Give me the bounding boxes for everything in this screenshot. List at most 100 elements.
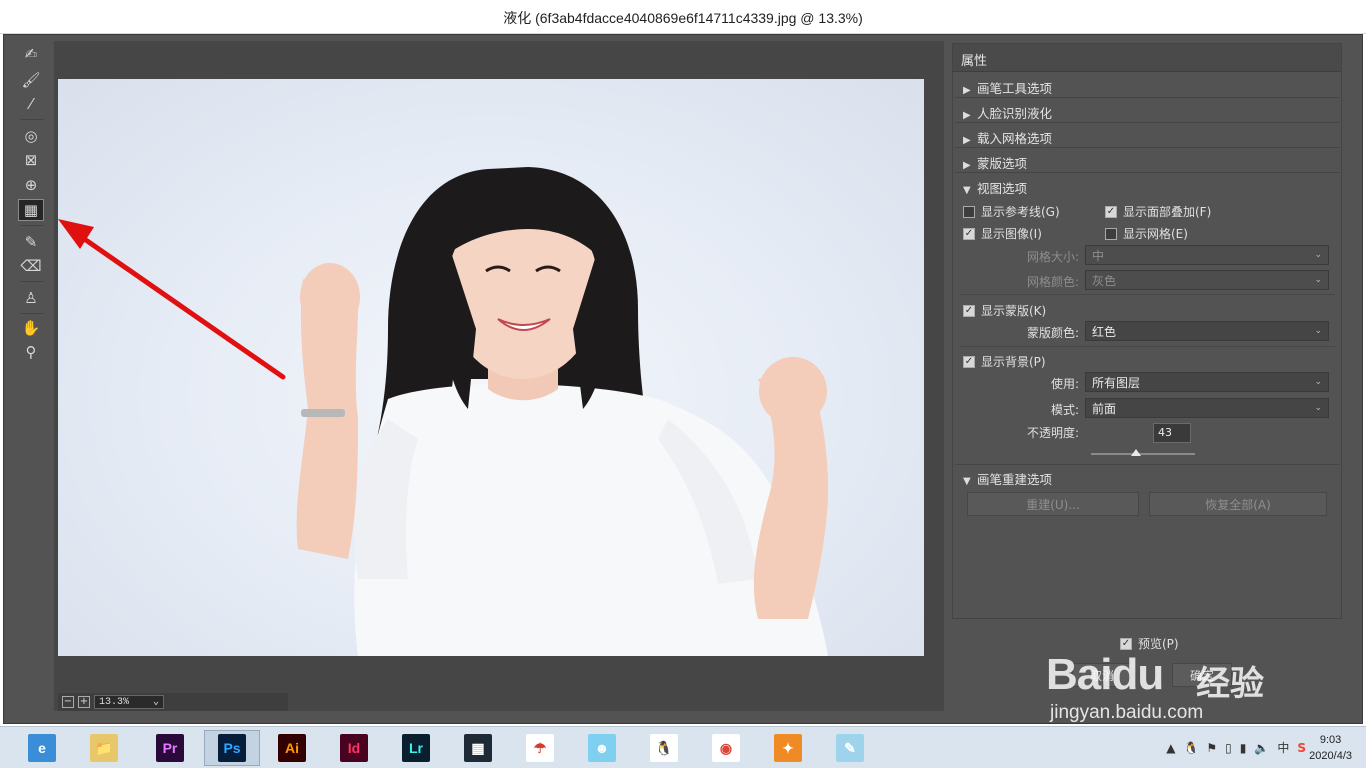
qq-icon: 🐧 <box>650 734 678 762</box>
zoom-tool-icon[interactable]: ⚲ <box>18 341 44 363</box>
mode-value: 前面 <box>1092 401 1117 416</box>
checkbox-checked[interactable]: ✓ <box>1120 637 1132 650</box>
mesh-size-select[interactable]: 中 ⌄ <box>1085 245 1329 265</box>
section-mask-options[interactable]: ▶ 蒙版选项 <box>955 149 1339 173</box>
checkbox-checked[interactable]: ✓ <box>963 227 975 240</box>
preview-label: 预览(P) <box>1138 637 1179 651</box>
section-face-aware-liquify[interactable]: ▶ 人脸识别液化 <box>955 99 1339 123</box>
twirl-tool-icon[interactable]: ◎ <box>18 125 44 147</box>
opacity-input[interactable]: 43 <box>1153 423 1191 443</box>
cancel-button[interactable]: 取消 <box>1072 663 1132 687</box>
ok-button[interactable]: 确定 <box>1172 663 1232 687</box>
opacity-slider-track[interactable] <box>1091 453 1195 455</box>
chrome-icon: ◉ <box>712 734 740 762</box>
section-load-mesh-options[interactable]: ▶ 载入网格选项 <box>955 124 1339 148</box>
app-umbrella-icon: ☂ <box>526 734 554 762</box>
flag-icon[interactable]: ⚑ <box>1206 741 1217 755</box>
checkbox-checked[interactable]: ✓ <box>963 304 975 317</box>
taskbar-app-umbrella-button[interactable]: ☂ <box>512 730 568 766</box>
zoom-in-button[interactable]: + <box>78 696 90 708</box>
reconstruct-tool-icon[interactable]: 🖌 <box>18 69 44 91</box>
taskbar-lightroom-button[interactable]: Lr <box>388 730 444 766</box>
section-label: 蒙版选项 <box>977 156 1028 171</box>
show-mask-checkbox[interactable]: ✓ 显示蒙版(K) <box>963 302 1046 319</box>
mask-color-label: 蒙版颜色: <box>1026 326 1079 340</box>
smooth-tool-icon[interactable]: ⁄ <box>18 93 44 115</box>
photo-preview[interactable] <box>58 79 924 656</box>
taskbar-indesign-button[interactable]: Id <box>326 730 382 766</box>
mask-color-value: 红色 <box>1092 324 1117 339</box>
video-player-icon: ▦ <box>464 734 492 762</box>
sogou-icon[interactable]: S <box>1297 741 1306 755</box>
app-notepad-icon: ✎ <box>836 734 864 762</box>
usb-icon[interactable]: ▯ <box>1225 741 1232 755</box>
taskbar-chrome-button[interactable]: ◉ <box>698 730 754 766</box>
hand-tool-icon[interactable]: ✋ <box>18 317 44 339</box>
zoom-level-select[interactable]: 13.3% ⌄ <box>94 695 164 709</box>
file-explorer-icon: 📁 <box>90 734 118 762</box>
show-face-overlay-checkbox[interactable]: ✓ 显示面部叠加(F) <box>1105 203 1211 220</box>
taskbar-photoshop-button[interactable]: Ps <box>204 730 260 766</box>
clock[interactable]: 9:03 2020/4/3 <box>1309 732 1352 764</box>
mesh-color-select[interactable]: 灰色 ⌄ <box>1085 270 1329 290</box>
show-mesh-label: 显示网格(E) <box>1123 227 1188 241</box>
taskbar-browser-360-button[interactable]: e <box>14 730 70 766</box>
section-brush-tool-options[interactable]: ▶ 画笔工具选项 <box>955 74 1339 98</box>
taskbar-app-notepad-button[interactable]: ✎ <box>822 730 878 766</box>
use-value: 所有图层 <box>1092 375 1141 390</box>
taskbar-app-mascot-button[interactable]: ☻ <box>574 730 630 766</box>
checkbox-unchecked[interactable] <box>1105 227 1117 240</box>
use-select[interactable]: 所有图层 ⌄ <box>1085 372 1329 392</box>
mode-select[interactable]: 前面 ⌄ <box>1085 398 1329 418</box>
forward-warp-tool-icon[interactable]: ✍ <box>18 43 44 65</box>
qq-tray-icon[interactable]: 🐧 <box>1183 741 1198 755</box>
opacity-slider-thumb[interactable] <box>1130 449 1141 456</box>
illustrator-icon: Ai <box>278 734 306 762</box>
push-left-tool-icon[interactable]: ▦ <box>18 199 44 221</box>
indesign-icon: Id <box>340 734 368 762</box>
liquify-window: ✍ 🖌 ⁄ ◎ ⊠ ⊕ ▦ ✎ ⌫ ♙ ✋ ⚲ − + 13.3% ⌄ 属性 ▶… <box>3 34 1363 724</box>
section-view-options[interactable]: ▼ 视图选项 <box>955 174 1339 198</box>
bloat-tool-icon[interactable]: ⊕ <box>18 174 44 196</box>
mode-label: 模式: <box>1050 403 1079 417</box>
show-mesh-checkbox[interactable]: 显示网格(E) <box>1105 225 1188 242</box>
tool-bar: ✍ 🖌 ⁄ ◎ ⊠ ⊕ ▦ ✎ ⌫ ♙ ✋ ⚲ <box>12 39 52 399</box>
ime-indicator[interactable]: 中 <box>1277 739 1289 756</box>
app-mascot-icon: ☻ <box>588 734 616 762</box>
network-icon[interactable]: ▮ <box>1240 741 1247 755</box>
tool-separator <box>20 225 44 226</box>
pucker-tool-icon[interactable]: ⊠ <box>18 149 44 171</box>
volume-icon[interactable]: 🔈 <box>1254 741 1269 755</box>
taskbar-app-firefox-button[interactable]: ✦ <box>760 730 816 766</box>
mask-color-select[interactable]: 红色 ⌄ <box>1085 321 1329 341</box>
preview-canvas[interactable]: − + 13.3% ⌄ <box>54 41 944 711</box>
tool-separator <box>20 119 44 120</box>
taskbar-video-player-button[interactable]: ▦ <box>450 730 506 766</box>
checkbox-checked[interactable]: ✓ <box>1105 205 1117 218</box>
show-backdrop-checkbox[interactable]: ✓ 显示背景(P) <box>963 353 1046 370</box>
zoom-bar: − + 13.3% ⌄ <box>58 693 288 711</box>
lightroom-icon: Lr <box>402 734 430 762</box>
taskbar-premiere-pro-button[interactable]: Pr <box>142 730 198 766</box>
taskbar-qq-button[interactable]: 🐧 <box>636 730 692 766</box>
show-face-overlay-label: 显示面部叠加(F) <box>1123 205 1212 219</box>
taskbar-illustrator-button[interactable]: Ai <box>264 730 320 766</box>
show-guides-checkbox[interactable]: 显示参考线(G) <box>963 203 1060 220</box>
mesh-size-value: 中 <box>1092 248 1105 263</box>
tray-expand-icon[interactable]: ▲ <box>1166 741 1175 755</box>
triangle-right-icon: ▶ <box>963 85 971 96</box>
checkbox-checked[interactable]: ✓ <box>963 355 975 368</box>
section-brush-reconstruct-options[interactable]: ▼ 画笔重建选项 <box>955 464 1339 488</box>
taskbar-file-explorer-button[interactable]: 📁 <box>76 730 132 766</box>
face-tool-icon[interactable]: ♙ <box>18 287 44 309</box>
section-label: 画笔重建选项 <box>977 472 1053 487</box>
zoom-out-button[interactable]: − <box>62 696 74 708</box>
reconstruct-button[interactable]: 重建(U)... <box>967 492 1139 516</box>
show-mask-label: 显示蒙版(K) <box>981 304 1047 318</box>
preview-checkbox[interactable]: ✓ 预览(P) <box>1120 635 1179 652</box>
restore-all-button[interactable]: 恢复全部(A) <box>1149 492 1327 516</box>
freeze-mask-tool-icon[interactable]: ✎ <box>18 231 44 253</box>
checkbox-unchecked[interactable] <box>963 205 975 218</box>
thaw-mask-tool-icon[interactable]: ⌫ <box>18 255 44 277</box>
show-image-checkbox[interactable]: ✓ 显示图像(I) <box>963 225 1042 242</box>
